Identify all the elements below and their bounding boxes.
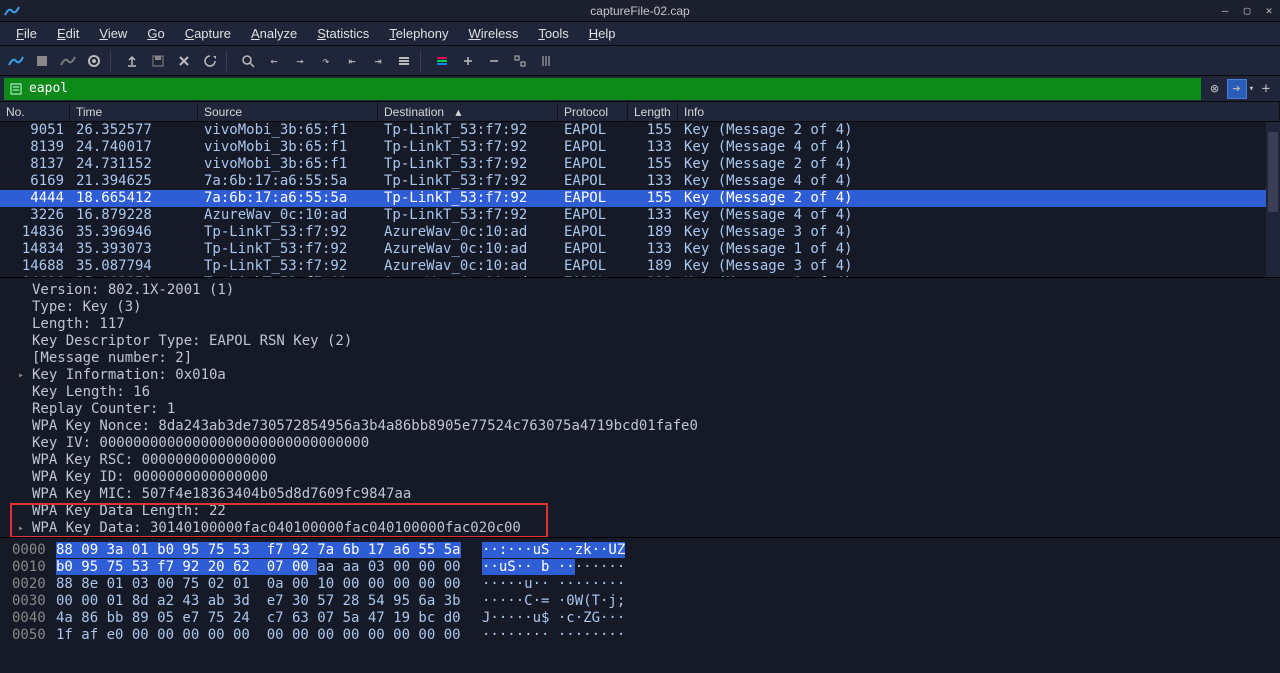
menu-wireless[interactable]: Wireless (459, 24, 529, 43)
resize-columns-button[interactable] (534, 49, 558, 73)
filter-bar: ⊗ ➔ ▾ + (0, 76, 1280, 102)
menu-help[interactable]: Help (579, 24, 626, 43)
menu-statistics[interactable]: Statistics (307, 24, 379, 43)
detail-row[interactable]: WPA Key MIC: 507f4e18363404b05d8d7609fc9… (0, 486, 1280, 503)
zoom-out-button[interactable] (482, 49, 506, 73)
stop-capture-button[interactable] (30, 49, 54, 73)
display-filter-input[interactable] (29, 81, 1196, 96)
menu-capture[interactable]: Capture (175, 24, 241, 43)
menu-view[interactable]: View (89, 24, 137, 43)
menu-go[interactable]: Go (137, 24, 174, 43)
col-time[interactable]: Time (70, 102, 198, 121)
save-file-button[interactable] (146, 49, 170, 73)
jump-packet-button[interactable]: ↷ (314, 49, 338, 73)
last-packet-button[interactable]: ⇥ (366, 49, 390, 73)
reload-button[interactable] (198, 49, 222, 73)
close-button[interactable]: ✕ (1262, 3, 1276, 17)
detail-row[interactable]: Key Descriptor Type: EAPOL RSN Key (2) (0, 333, 1280, 350)
packet-list-pane: No. Time Source Destination ▴ Protocol L… (0, 102, 1280, 278)
first-packet-button[interactable]: ⇤ (340, 49, 364, 73)
hex-row[interactable]: 002088 8e 01 03 00 75 02 01 0a 00 10 00 … (0, 576, 1280, 593)
detail-row[interactable]: WPA Key Data: 30140100000fac040100000fac… (0, 520, 1280, 537)
zoom-in-button[interactable] (456, 49, 480, 73)
minimize-button[interactable]: — (1218, 3, 1232, 17)
filter-icon (9, 82, 23, 96)
packet-details-pane[interactable]: Version: 802.1X-2001 (1)Type: Key (3)Len… (0, 278, 1280, 538)
add-filter-button[interactable]: + (1256, 79, 1276, 99)
clear-filter-button[interactable]: ⊗ (1205, 79, 1225, 99)
menu-analyze[interactable]: Analyze (241, 24, 307, 43)
sort-asc-icon: ▴ (455, 105, 461, 119)
packet-row[interactable]: 444418.6654127a:6b:17:a6:55:5aTp-LinkT_5… (0, 190, 1280, 207)
detail-row[interactable]: Length: 117 (0, 316, 1280, 333)
col-destination[interactable]: Destination ▴ (378, 102, 558, 121)
menu-file[interactable]: File (6, 24, 47, 43)
col-info[interactable]: Info (678, 102, 1280, 121)
scrollbar-thumb[interactable] (1268, 132, 1278, 212)
zoom-reset-button[interactable] (508, 49, 532, 73)
col-no[interactable]: No. (0, 102, 70, 121)
hex-row[interactable]: 003000 00 01 8d a2 43 ab 3d e7 30 57 28 … (0, 593, 1280, 610)
detail-row[interactable]: Key IV: 00000000000000000000000000000000 (0, 435, 1280, 452)
packet-list-body[interactable]: 905126.352577vivoMobi_3b:65:f1Tp-LinkT_5… (0, 122, 1280, 278)
apply-filter-button[interactable]: ➔ (1227, 79, 1247, 99)
detail-row[interactable]: WPA Key RSC: 0000000000000000 (0, 452, 1280, 469)
detail-row[interactable]: Replay Counter: 1 (0, 401, 1280, 418)
close-file-button[interactable] (172, 49, 196, 73)
hex-row[interactable]: 00404a 86 bb 89 05 e7 75 24 c7 63 07 5a … (0, 610, 1280, 627)
col-length[interactable]: Length (628, 102, 678, 121)
detail-row[interactable]: WPA Key ID: 0000000000000000 (0, 469, 1280, 486)
menubar: FileEditViewGoCaptureAnalyzeStatisticsTe… (0, 22, 1280, 46)
next-packet-button[interactable]: → (288, 49, 312, 73)
detail-row[interactable]: WPA Key Data Length: 22 (0, 503, 1280, 520)
wireshark-logo-icon (4, 3, 20, 22)
window-title: captureFile-02.cap (590, 4, 689, 18)
packet-row[interactable]: 813924.740017vivoMobi_3b:65:f1Tp-LinkT_5… (0, 139, 1280, 156)
capture-options-button[interactable] (82, 49, 106, 73)
titlebar: captureFile-02.cap — ▢ ✕ (0, 0, 1280, 22)
detail-row[interactable]: WPA Key Nonce: 8da243ab3de730572854956a3… (0, 418, 1280, 435)
find-button[interactable] (236, 49, 260, 73)
toolbar: ← → ↷ ⇤ ⇥ (0, 46, 1280, 76)
restart-capture-button[interactable] (56, 49, 80, 73)
autoscroll-button[interactable] (392, 49, 416, 73)
packet-row[interactable]: 616921.3946257a:6b:17:a6:55:5aTp-LinkT_5… (0, 173, 1280, 190)
packet-row[interactable]: 1483435.393073Tp-LinkT_53:f7:92AzureWav_… (0, 241, 1280, 258)
start-capture-button[interactable] (4, 49, 28, 73)
packet-row[interactable]: 813724.731152vivoMobi_3b:65:f1Tp-LinkT_5… (0, 156, 1280, 173)
hex-row[interactable]: 00501f af e0 00 00 00 00 00 00 00 00 00 … (0, 627, 1280, 644)
detail-row[interactable]: Key Information: 0x010a (0, 367, 1280, 384)
maximize-button[interactable]: ▢ (1240, 3, 1254, 17)
packet-row[interactable]: 905126.352577vivoMobi_3b:65:f1Tp-LinkT_5… (0, 122, 1280, 139)
menu-tools[interactable]: Tools (528, 24, 578, 43)
packet-list-scrollbar[interactable] (1266, 122, 1280, 277)
packet-bytes-pane[interactable]: 000088 09 3a 01 b0 95 75 53 f7 92 7a 6b … (0, 538, 1280, 644)
detail-row[interactable]: [Message number: 2] (0, 350, 1280, 367)
packet-row[interactable]: 1483635.396946Tp-LinkT_53:f7:92AzureWav_… (0, 224, 1280, 241)
detail-row[interactable]: Type: Key (3) (0, 299, 1280, 316)
menu-telephony[interactable]: Telephony (379, 24, 458, 43)
packet-row[interactable]: 1468835.087794Tp-LinkT_53:f7:92AzureWav_… (0, 258, 1280, 275)
menu-edit[interactable]: Edit (47, 24, 89, 43)
packet-row[interactable]: 322616.879228AzureWav_0c:10:adTp-LinkT_5… (0, 207, 1280, 224)
hex-row[interactable]: 0010b0 95 75 53 f7 92 20 62 07 00 aa aa … (0, 559, 1280, 576)
hex-row[interactable]: 000088 09 3a 01 b0 95 75 53 f7 92 7a 6b … (0, 542, 1280, 559)
prev-packet-button[interactable]: ← (262, 49, 286, 73)
open-file-button[interactable] (120, 49, 144, 73)
col-source[interactable]: Source (198, 102, 378, 121)
packet-list-header[interactable]: No. Time Source Destination ▴ Protocol L… (0, 102, 1280, 122)
detail-row[interactable]: Version: 802.1X-2001 (1) (0, 282, 1280, 299)
detail-row[interactable]: Key Length: 16 (0, 384, 1280, 401)
colorize-button[interactable] (430, 49, 454, 73)
col-protocol[interactable]: Protocol (558, 102, 628, 121)
filter-dropdown-icon[interactable]: ▾ (1249, 84, 1254, 94)
display-filter-field[interactable] (4, 78, 1201, 100)
